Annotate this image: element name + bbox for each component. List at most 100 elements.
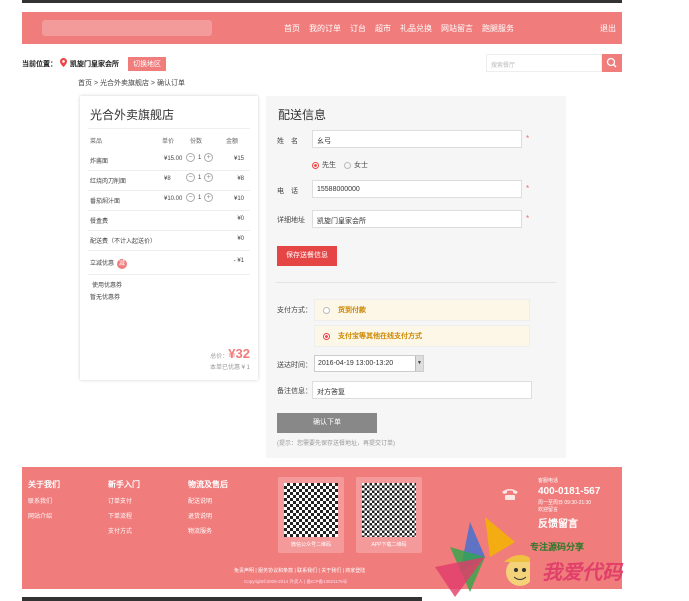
item-price: ¥8 — [164, 176, 171, 182]
watermark-text-1: 专注源码分享 — [530, 542, 585, 552]
form-title: 配送信息 — [278, 108, 327, 122]
footer-link[interactable]: 配送说明 — [188, 496, 228, 505]
cart-item-row: 红烧肉刀削面 ¥8 −1 + ¥8 — [88, 170, 250, 190]
breadcrumb: 首页 > 光合外卖旗舰店 > 确认订单 — [78, 80, 185, 87]
qr-caption: APP下载二维码 — [371, 542, 407, 548]
total-value: ¥32 — [228, 346, 250, 361]
divider — [88, 250, 250, 251]
radio-unchecked-icon — [344, 161, 351, 169]
item-name: 炸酱面 — [90, 159, 109, 165]
phone-label: 电 话 — [277, 188, 298, 195]
save-address-button[interactable]: 保存送餐信息 — [277, 246, 337, 266]
logout-link[interactable]: 退出 — [600, 23, 616, 34]
contact-tel: 400-0181-567 — [538, 486, 601, 497]
footer-link[interactable]: 支付方式 — [108, 526, 140, 535]
phone-field[interactable]: 15588000000 — [312, 180, 522, 198]
discount-amount: - ¥1 — [233, 258, 244, 264]
item-qty: 1 — [198, 194, 202, 201]
box-fee-amount: ¥0 — [237, 216, 244, 222]
radio-checked-icon — [312, 161, 319, 169]
watermark-text-2: 我爱代码 — [542, 562, 622, 584]
form-tip: (提示：您需要先保存送餐地址，再提交订单) — [277, 441, 395, 447]
footer-link[interactable]: 退货说明 — [188, 511, 228, 520]
name-field[interactable]: 幺弓 — [312, 130, 522, 148]
pay-online-option[interactable]: 支付宝等其他在线支付方式 — [314, 325, 530, 347]
chevron-down-icon: ▼ — [415, 356, 423, 371]
header-item: 菜品 — [90, 139, 103, 145]
gender-male-radio[interactable]: 先生 — [312, 160, 336, 170]
discount-badge: 减 — [117, 259, 128, 269]
order-summary-panel: 光合外卖旗舰店 菜品 单价 份数 金额 炸酱面 ¥15.00 −1 + ¥15 红… — [80, 96, 258, 380]
discount-label: 立减优惠减 — [90, 258, 128, 269]
minus-icon[interactable]: − — [186, 153, 195, 162]
location-pin-icon — [60, 58, 67, 67]
qr-code-icon — [362, 483, 416, 537]
plus-icon[interactable]: + — [204, 153, 214, 162]
address-field[interactable]: 凯旋门皇家会所 — [312, 210, 522, 228]
copyright: Copyright©2009-2014 外卖人 | 备ICP备13021175号 — [244, 579, 348, 584]
footer-col-title: 关于我们 — [28, 480, 60, 489]
footer-link[interactable]: 联系我们 — [28, 496, 60, 505]
app-qr: APP下载二维码 — [356, 477, 422, 553]
switch-area-button[interactable]: 切换地区 — [128, 57, 166, 71]
footer-link[interactable]: 订单支付 — [108, 496, 140, 505]
gender-female-label: 女士 — [354, 162, 368, 169]
pay-cash-option[interactable]: 货到付款 — [314, 299, 530, 321]
item-amount: ¥8 — [237, 176, 244, 182]
divider — [88, 274, 250, 275]
nav-message[interactable]: 网站留言 — [441, 23, 473, 34]
wechat-qr: 微信公众号二维码 — [278, 477, 344, 553]
nav-errand[interactable]: 跑腿服务 — [482, 23, 514, 34]
plus-icon[interactable]: + — [204, 193, 214, 202]
delivery-fee-label: 配送费（不计入起送价） — [90, 239, 157, 245]
site-logo[interactable] — [42, 20, 212, 36]
search-button[interactable] — [602, 54, 622, 72]
footer-col-title: 物流及售后 — [188, 480, 228, 489]
delivery-time-select[interactable]: 2016-04-19 13:00-13:20 ▼ — [314, 355, 424, 372]
pay-label: 支付方式： — [277, 307, 312, 314]
location-place: 凯旋门皇家会所 — [70, 61, 119, 68]
radio-checked-icon — [323, 332, 330, 340]
plus-icon[interactable]: + — [204, 173, 214, 182]
cart-item-row: 番茄焖汁面 ¥10.00 −1 + ¥10 — [88, 190, 250, 210]
name-label: 姓 名 — [277, 138, 298, 145]
nav-gift[interactable]: 礼品兑换 — [400, 23, 432, 34]
item-price: ¥15.00 — [164, 156, 183, 162]
footer-links[interactable]: 免责声明 | 服务协议和条款 | 联系我们 | 关于我们 | 商家登陆 — [234, 567, 365, 574]
contact-label: 客服电话 — [538, 478, 559, 484]
footer-col-guide: 新手入门 订单支付 下单流程 支付方式 — [108, 479, 140, 541]
nav-supermarket[interactable]: 超市 — [375, 23, 391, 34]
required-mark: * — [526, 134, 530, 143]
header-qty: 份数 — [190, 139, 203, 145]
note-label: 备注信息： — [277, 388, 312, 395]
total-label: 总价： — [210, 354, 229, 360]
gender-female-radio[interactable]: 女士 — [344, 160, 368, 170]
watermark-logo-icon — [435, 517, 530, 597]
bottom-bar — [22, 597, 422, 601]
footer-link[interactable]: 网站介绍 — [28, 511, 60, 520]
quantity-stepper: −1 + — [186, 153, 214, 162]
minus-icon[interactable]: − — [186, 173, 195, 182]
shop-name: 光合外卖旗舰店 — [90, 108, 175, 122]
header-amount: 金额 — [226, 139, 239, 145]
minus-icon[interactable]: − — [186, 193, 195, 202]
footer-link[interactable]: 下单流程 — [108, 511, 140, 520]
radio-unchecked-icon — [323, 306, 330, 314]
use-coupon-link[interactable]: 使用优惠券 — [92, 280, 122, 289]
confirm-order-button[interactable]: 确认下单 — [277, 413, 377, 433]
footer-col-title: 新手入门 — [108, 480, 140, 489]
note-field[interactable]: 对方答复 — [312, 381, 532, 399]
nav-home[interactable]: 首页 — [284, 23, 300, 34]
nav-my-orders[interactable]: 我的订单 — [309, 23, 341, 34]
time-label: 送达时间： — [277, 362, 312, 369]
search-input[interactable]: 搜索餐厅 — [486, 54, 602, 72]
item-qty: 1 — [198, 154, 202, 161]
qr-caption: 微信公众号二维码 — [290, 542, 331, 548]
nav-reserve[interactable]: 订台 — [350, 23, 366, 34]
required-mark: * — [526, 214, 530, 223]
search-icon — [606, 57, 617, 68]
contact-hours: 周一至周日 09:30-21:30 — [538, 500, 592, 506]
qr-code-icon — [284, 483, 338, 537]
footer-link[interactable]: 物流服务 — [188, 526, 228, 535]
saved-amount: 本单已优惠 ¥ 1 — [209, 365, 250, 371]
